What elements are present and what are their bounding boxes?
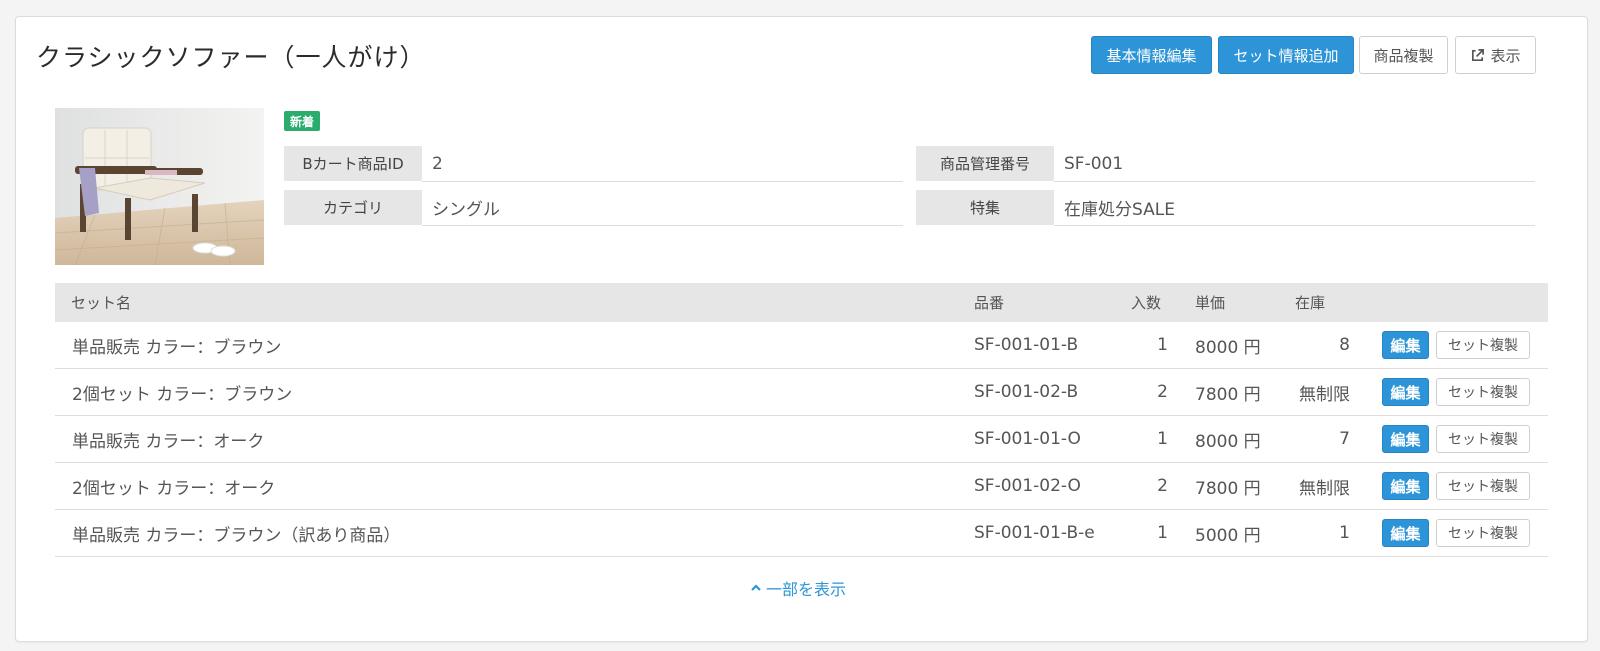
bcart-id-label: Bカート商品ID [284,146,422,181]
price-cell: 7800 円 [1195,384,1261,405]
part-no-cell: SF-001-02-B [974,382,1079,402]
table-row: 単品販売 カラー：ブラウン（訳あり商品） SF-001-01-B-e 1 500… [55,510,1548,557]
add-set-info-button[interactable]: セット情報追加 [1218,36,1354,74]
show-partial-link[interactable]: 一部を表示 [750,576,846,600]
part-no-cell: SF-001-02-O [974,476,1081,496]
manage-no-label: 商品管理番号 [916,146,1054,181]
set-name-cell: 2個セット カラー：オーク [72,478,276,499]
edit-set-button[interactable]: 編集 [1382,425,1429,453]
edit-basic-info-label: 基本情報編集 [1106,46,1197,65]
part-no-cell: SF-001-01-B-e [974,523,1095,543]
table-row: 2個セット カラー：オーク SF-001-02-O 2 7800 円 無制限 編… [55,463,1548,510]
qty-cell: 1 [1157,429,1168,449]
copy-set-button[interactable]: セット複製 [1436,331,1530,359]
show-partial-label: 一部を表示 [766,580,847,599]
edit-set-button[interactable]: 編集 [1382,331,1429,359]
part-no-cell: SF-001-01-B [974,335,1079,355]
new-badge: 新着 [284,111,321,131]
price-cell: 5000 円 [1195,525,1261,546]
stock-cell: 1 [1339,523,1350,543]
price-cell: 8000 円 [1195,431,1261,452]
qty-cell: 1 [1157,523,1168,543]
copy-set-button[interactable]: セット複製 [1436,425,1530,453]
set-table-header: セット名 品番 入数 単価 在庫 [55,283,1548,322]
view-label: 表示 [1490,46,1521,65]
bcart-id-value: 2 [422,146,903,182]
category-value: シングル [422,190,903,226]
table-row: 2個セット カラー：ブラウン SF-001-02-B 2 7800 円 無制限 … [55,369,1548,416]
part-no-cell: SF-001-01-O [974,429,1081,449]
chevron-up-icon [750,582,762,594]
set-name-cell: 単品販売 カラー：オーク [72,431,265,452]
duplicate-product-label: 商品複製 [1373,46,1434,65]
stock-cell: 7 [1339,429,1350,449]
stock-cell: 無制限 [1299,478,1350,499]
copy-set-button[interactable]: セット複製 [1436,519,1530,547]
header-qty: 入数 [1131,294,1162,312]
feature-label: 特集 [916,190,1054,225]
category-label: カテゴリ [284,190,422,225]
price-cell: 8000 円 [1195,337,1261,358]
copy-set-button[interactable]: セット複製 [1436,472,1530,500]
price-cell: 7800 円 [1195,478,1261,499]
edit-basic-info-button[interactable]: 基本情報編集 [1091,36,1212,74]
header-part-no: 品番 [974,294,1005,312]
manage-no-value: SF-001 [1054,146,1535,182]
set-name-cell: 単品販売 カラー：ブラウン（訳あり商品） [72,525,401,546]
product-photo [55,108,264,265]
duplicate-product-button[interactable]: 商品複製 [1359,36,1448,74]
table-row: 単品販売 カラー：オーク SF-001-01-O 1 8000 円 7 編集 セ… [55,416,1548,463]
set-name-cell: 2個セット カラー：ブラウン [72,384,293,405]
page-title: クラシックソファー（一人がけ） [36,43,426,72]
header-stock: 在庫 [1295,294,1326,312]
view-button[interactable]: 表示 [1455,36,1536,74]
edit-set-button[interactable]: 編集 [1382,519,1429,547]
edit-set-button[interactable]: 編集 [1382,472,1429,500]
external-link-icon [1470,48,1485,63]
header-price: 単価 [1195,294,1226,312]
qty-cell: 2 [1157,382,1168,402]
add-set-info-label: セット情報追加 [1233,46,1339,65]
stock-cell: 無制限 [1299,384,1350,405]
copy-set-button[interactable]: セット複製 [1436,378,1530,406]
edit-set-button[interactable]: 編集 [1382,378,1429,406]
qty-cell: 2 [1157,476,1168,496]
set-name-cell: 単品販売 カラー：ブラウン [72,337,282,358]
table-row: 単品販売 カラー：ブラウン SF-001-01-B 1 8000 円 8 編集 … [55,322,1548,369]
feature-value: 在庫処分SALE [1054,190,1535,226]
stock-cell: 8 [1339,335,1350,355]
header-set-name: セット名 [71,294,132,312]
qty-cell: 1 [1157,335,1168,355]
